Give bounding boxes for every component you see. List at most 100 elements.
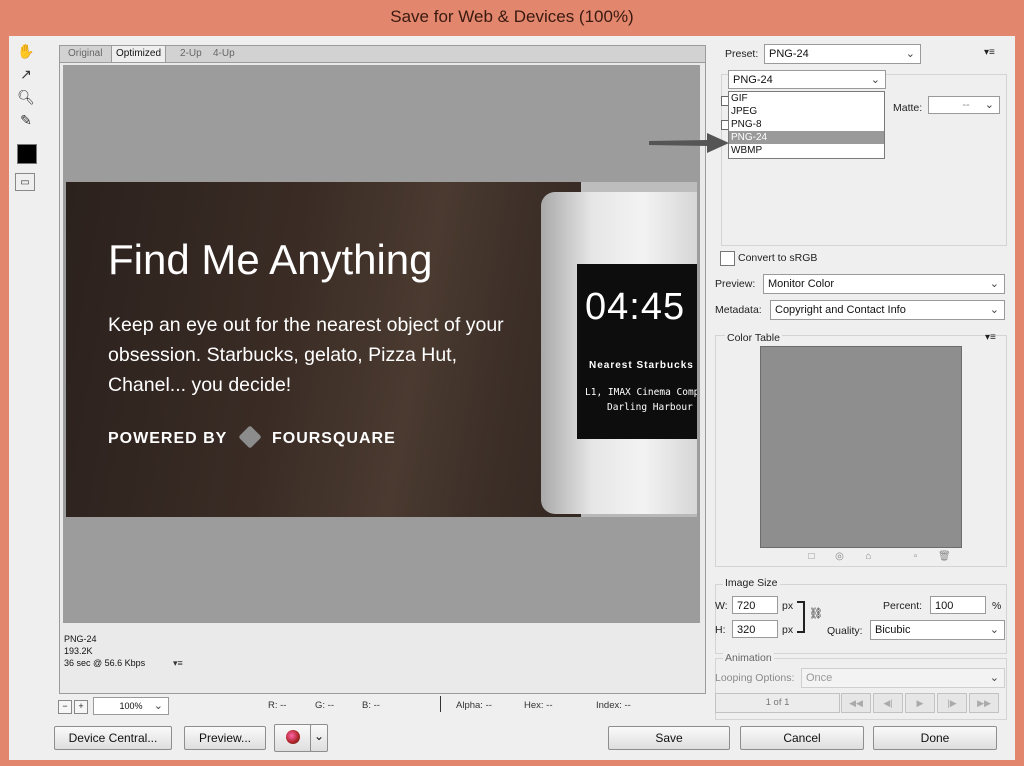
matte-select[interactable]: -- ⌄ (928, 96, 1000, 114)
chevron-down-icon: ⌄ (984, 99, 994, 111)
width-label: W: (715, 600, 728, 612)
preset-label: Preset: (725, 48, 759, 60)
frame-counter: 1 of 1 (715, 693, 840, 713)
optimize-menu-icon[interactable]: ▾≡ (984, 47, 995, 58)
chevron-down-icon: ⌄ (870, 74, 880, 86)
color-table-label: Color Table (725, 332, 782, 344)
next-frame-button[interactable]: |▶ (937, 693, 967, 713)
format-option-wbmp[interactable]: WBMP (729, 144, 884, 157)
format-option-png24[interactable]: PNG-24 (729, 131, 884, 144)
constrain-bracket (797, 601, 805, 633)
looping-label: Looping Options: (715, 672, 795, 684)
link-icon[interactable]: ⛓ (809, 607, 823, 620)
chevron-down-icon: ⌄ (989, 672, 999, 684)
readout-hex: Hex: -- (524, 700, 553, 711)
format-option-gif[interactable]: GIF (729, 92, 884, 105)
tab-4-up[interactable]: 4-Up (209, 46, 239, 62)
save-for-web-dialog: ✋ ↗ 🔍︎ ✎ ▭ Original Optimized 2-Up 4-Up … (9, 36, 1015, 760)
eyedropper-icon[interactable]: ✎ (15, 109, 37, 131)
watch-screen: 04:45 Nearest Starbucks L1, IMAX Cinema … (577, 264, 697, 439)
chevron-down-icon: ⌄ (989, 278, 999, 290)
save-button[interactable]: Save (608, 726, 730, 750)
new-color-icon[interactable]: ▫ (910, 551, 921, 562)
convert-srgb-checkbox[interactable] (720, 251, 735, 266)
percent-input[interactable]: 100 (930, 596, 986, 614)
play-button[interactable]: ▶ (905, 693, 935, 713)
height-label: H: (715, 624, 726, 636)
done-button[interactable]: Done (873, 726, 997, 750)
web-shift-icon[interactable]: ◎ (834, 551, 845, 562)
quality-label: Quality: (827, 625, 863, 637)
convert-srgb-label: Convert to sRGB (738, 252, 818, 264)
browser-icon (286, 730, 300, 744)
info-speed: 36 sec @ 56.6 Kbps (64, 658, 146, 668)
preview-select[interactable]: Monitor Color ⌄ (763, 274, 1005, 294)
view-tabs: Original Optimized 2-Up 4-Up (59, 45, 706, 63)
device-central-button[interactable]: Device Central... (54, 726, 172, 750)
zoom-out-button[interactable]: − (58, 700, 72, 714)
readout-alpha: Alpha: -- (456, 700, 492, 711)
info-size: 193.2K (64, 646, 93, 656)
browser-menu-button[interactable]: ⌄ (310, 724, 328, 752)
zoom-value: 100% (119, 701, 143, 711)
previous-frame-button[interactable]: ◀| (873, 693, 903, 713)
width-input[interactable]: 720 (732, 596, 778, 614)
watch-title: Nearest Starbucks (589, 360, 694, 371)
cancel-button[interactable]: Cancel (740, 726, 864, 750)
window-title: Save for Web & Devices (100%) (390, 7, 634, 26)
percent-unit: % (992, 600, 1002, 612)
metadata-value: Copyright and Contact Info (775, 304, 906, 316)
preview-image: 04:45 Nearest Starbucks L1, IMAX Cinema … (66, 182, 697, 517)
readout-r: R: -- (268, 700, 287, 711)
format-option-png8[interactable]: PNG-8 (729, 118, 884, 131)
preview-label: Preview: (715, 278, 756, 290)
brand-name: FOURSQUARE (271, 430, 396, 447)
chevron-down-icon: ⌄ (313, 729, 325, 743)
preview-button[interactable]: Preview... (184, 726, 266, 750)
watch-line: L1, IMAX Cinema Complex (585, 387, 697, 398)
image-info: PNG-24 193.2K 36 sec @ 56.6 Kbps (64, 633, 145, 669)
hand-icon[interactable]: ✋ (15, 40, 37, 62)
last-frame-button[interactable]: ▶▶ (969, 693, 999, 713)
tab-optimized[interactable]: Optimized (111, 46, 167, 62)
watch-time: 04:45 (585, 286, 686, 328)
preview-value: Monitor Color (768, 278, 835, 290)
height-unit: px (782, 624, 794, 636)
first-frame-button[interactable]: ◀◀ (841, 693, 871, 713)
tab-original[interactable]: Original (64, 46, 106, 62)
matte-value: -- (962, 99, 970, 111)
format-dropdown-list: GIF JPEG PNG-8 PNG-24 WBMP (728, 91, 885, 159)
foursquare-logo-icon (237, 425, 262, 449)
format-option-jpeg[interactable]: JPEG (729, 105, 884, 118)
chevron-down-icon: ⌄ (153, 700, 163, 712)
powered-by-label: POWERED BY (108, 430, 228, 447)
color-table-menu-icon[interactable]: ▾≡ (985, 332, 996, 343)
info-menu-icon[interactable]: ▾≡ (173, 658, 183, 669)
image-size-group (715, 584, 1007, 654)
toggle-slices-icon[interactable]: ▭ (15, 173, 35, 191)
banner-body: Keep an eye out for the nearest object o… (108, 314, 504, 396)
looping-select[interactable]: Once ⌄ (801, 668, 1005, 688)
image-preview-pane[interactable]: 04:45 Nearest Starbucks L1, IMAX Cinema … (59, 62, 706, 694)
map-color-icon[interactable]: □ (806, 551, 817, 562)
format-select[interactable]: PNG-24 ⌄ (728, 70, 886, 89)
chevron-down-icon: ⌄ (989, 304, 999, 316)
banner-heading: Find Me Anything (108, 236, 433, 283)
quality-select[interactable]: Bicubic ⌄ (870, 620, 1005, 640)
delete-color-icon[interactable]: 🗑︎ (938, 551, 951, 562)
browser-preview-button[interactable] (274, 724, 312, 752)
zoom-select[interactable]: 100% ⌄ (93, 697, 169, 715)
metadata-label: Metadata: (715, 304, 762, 316)
zoom-in-button[interactable]: + (74, 700, 88, 714)
preset-select[interactable]: PNG-24 ⌄ (764, 44, 921, 64)
eyedropper-color-icon[interactable] (17, 144, 37, 164)
zoom-icon[interactable]: 🔍︎ (15, 86, 37, 108)
height-input[interactable]: 320 (732, 620, 778, 638)
tab-2-up[interactable]: 2-Up (176, 46, 206, 62)
slice-select-icon[interactable]: ↗ (15, 63, 37, 85)
metadata-select[interactable]: Copyright and Contact Info ⌄ (770, 300, 1005, 320)
lock-color-icon[interactable]: ⌂ (863, 551, 874, 562)
readout-b: B: -- (362, 700, 380, 711)
chevron-down-icon: ⌄ (989, 624, 999, 636)
color-table[interactable] (760, 346, 962, 548)
